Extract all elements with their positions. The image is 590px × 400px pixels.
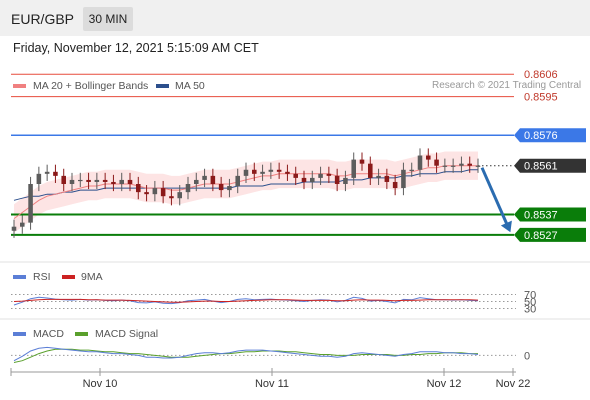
candle bbox=[376, 175, 381, 178]
candle bbox=[210, 175, 216, 184]
chart-widget: EUR/GBP 30 MIN Friday, November 12, 2021… bbox=[0, 0, 590, 400]
candle bbox=[243, 169, 249, 176]
candle bbox=[392, 181, 398, 189]
macd-tick-label: 0 bbox=[524, 350, 530, 362]
candle bbox=[227, 186, 232, 191]
candle bbox=[384, 175, 390, 182]
candle bbox=[152, 188, 158, 195]
candle bbox=[268, 169, 274, 172]
pivot-level-label: 0.8576 bbox=[524, 130, 558, 142]
candle bbox=[61, 175, 66, 184]
candle bbox=[177, 192, 182, 199]
last-level-label: 0.8561 bbox=[524, 161, 558, 173]
candle bbox=[185, 184, 191, 193]
macd-line bbox=[13, 346, 479, 362]
x-axis-label: Nov 22 bbox=[496, 378, 531, 390]
candle bbox=[53, 171, 58, 176]
x-axis-label: Nov 11 bbox=[255, 378, 289, 390]
x-axis-label: Nov 12 bbox=[427, 378, 462, 390]
support-level-label: 0.8527 bbox=[524, 230, 558, 242]
candle bbox=[235, 175, 240, 187]
candle bbox=[252, 169, 257, 174]
forecast-arrow-shaft bbox=[480, 167, 510, 228]
candle bbox=[36, 173, 42, 184]
candle bbox=[102, 179, 108, 182]
candle bbox=[11, 226, 17, 231]
candle bbox=[417, 155, 423, 170]
candle bbox=[144, 192, 149, 195]
candle bbox=[202, 175, 207, 180]
candle bbox=[450, 165, 456, 167]
candle bbox=[194, 179, 199, 184]
candle bbox=[343, 177, 348, 184]
resistance-level-label: 0.8595 bbox=[524, 92, 558, 104]
candle bbox=[293, 173, 298, 178]
candle bbox=[69, 179, 75, 184]
candle bbox=[401, 169, 406, 189]
candle bbox=[28, 184, 33, 223]
candle bbox=[368, 163, 373, 178]
candle bbox=[78, 179, 83, 182]
candle bbox=[136, 184, 141, 193]
candle bbox=[434, 159, 439, 166]
candle bbox=[260, 171, 265, 174]
candle bbox=[351, 159, 356, 178]
candle bbox=[169, 196, 174, 199]
candle bbox=[426, 155, 431, 160]
candle bbox=[285, 171, 290, 174]
candle bbox=[459, 163, 464, 166]
candle bbox=[359, 159, 365, 164]
candle bbox=[467, 163, 472, 166]
candle bbox=[442, 165, 448, 167]
candle bbox=[94, 179, 100, 182]
candle bbox=[218, 184, 224, 191]
support-level-label: 0.8537 bbox=[524, 210, 558, 222]
candle bbox=[334, 175, 340, 184]
x-axis-label: Nov 10 bbox=[83, 378, 118, 390]
candle bbox=[160, 188, 166, 197]
candle bbox=[326, 173, 332, 176]
candle bbox=[20, 222, 25, 227]
candle bbox=[86, 179, 91, 182]
candle bbox=[276, 169, 282, 172]
candle bbox=[44, 171, 50, 174]
rsi-tick-label: 30 bbox=[524, 304, 536, 316]
resistance-level-label: 0.8606 bbox=[524, 69, 558, 81]
candle bbox=[409, 169, 414, 171]
candle bbox=[475, 165, 481, 167]
candle bbox=[301, 177, 307, 182]
candle bbox=[119, 179, 124, 184]
plot-area: 0.86060.85950.85760.85610.85370.85277050… bbox=[0, 69, 590, 390]
candle bbox=[310, 177, 315, 182]
candle bbox=[111, 181, 116, 184]
candle bbox=[127, 179, 133, 184]
candle bbox=[318, 173, 323, 178]
